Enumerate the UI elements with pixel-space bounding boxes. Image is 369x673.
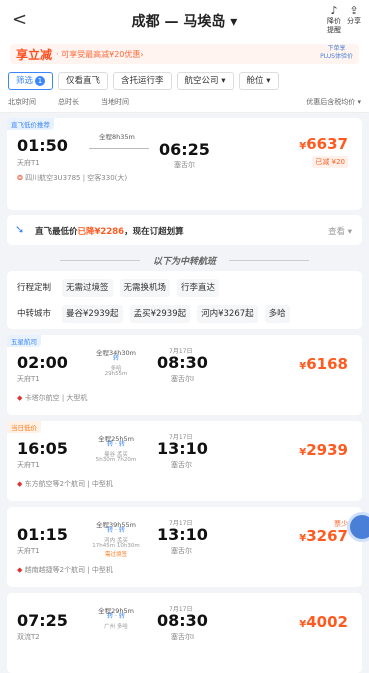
- tag-mumbai[interactable]: 孟买¥2939起: [129, 305, 191, 323]
- departure-airport: 天府T1: [17, 159, 40, 167]
- plane-icon: ➘: [15, 223, 25, 236]
- airline-info: ◆ 越南越捷等2个航司 | 中型机: [17, 566, 113, 574]
- price: ¥6168: [299, 355, 348, 373]
- airline-dropdown[interactable]: 航空公司 ▾: [176, 72, 234, 90]
- sichuan-airlines-icon: ❂: [17, 174, 26, 182]
- tag-row-2: 中转城市 曼谷¥2939起 孟买¥2939起 河内¥3267起 多哈: [13, 305, 356, 323]
- arrival-time: 06:25: [159, 140, 210, 159]
- view-button[interactable]: 查看 ▾: [328, 225, 352, 237]
- arrival-time: 13:10: [157, 439, 208, 458]
- departure-airport: 天府T1: [17, 461, 40, 469]
- arrival-time: 13:10: [157, 525, 208, 544]
- sort-price[interactable]: 优惠后含税均价 ▾: [306, 97, 361, 107]
- transit-visa-note: 需过境签: [104, 552, 127, 558]
- luggage-chip[interactable]: 含托运行李: [113, 72, 172, 90]
- filter-button[interactable]: 筛选 1: [8, 72, 54, 90]
- departure-airport: 天府T1: [17, 547, 40, 555]
- duration: 全程8h35m: [99, 133, 135, 141]
- direct-only-chip[interactable]: 仅看直飞: [58, 72, 109, 90]
- transfer-label: 转 · 转: [107, 613, 125, 620]
- departure-airport: 天府T1: [17, 375, 40, 383]
- card-tag: 直飞低价推荐: [7, 118, 54, 130]
- departure-time: 01:50: [17, 136, 68, 155]
- share-icon: ⇪: [349, 4, 359, 17]
- transfer-flight-card[interactable]: 五星航司 02:00 天府T1 全程34h30m 转多哈 29h55m 7月17日 08:30…: [7, 335, 362, 415]
- price: ¥2939: [299, 441, 348, 459]
- sort-local-time[interactable]: 当地时间: [101, 97, 129, 107]
- departure-airport: 双流T2: [17, 633, 40, 641]
- arrival-airport: 塞舌尔I: [171, 375, 195, 383]
- direct-flight-card[interactable]: 直飞低价推荐 01:50 天府T1 全程8h35m 06:25 塞舌尔 ¥663…: [7, 118, 362, 210]
- sort-row: 北京时间 总时长 当地时间 优惠后含税均价 ▾: [0, 94, 369, 113]
- arrow-line: [89, 148, 149, 149]
- tag-no-transit-visa[interactable]: 无需过境签: [62, 279, 113, 297]
- airline-info: ◆ 卡塔尔航空 | 大型机: [17, 394, 88, 402]
- arrival-airport: 塞舌尔: [174, 161, 195, 169]
- layover-time: 17h45m 10h30m: [92, 543, 140, 549]
- transfer-list: 五星航司 02:00 天府T1 全程34h30m 转多哈 29h55m 7月17日 08:30…: [0, 335, 369, 673]
- tag-row-1: 行程定制 无需过境签 无需换机场 行李直达: [13, 279, 356, 297]
- tag-doha[interactable]: 多哈: [264, 305, 290, 323]
- plus-badge[interactable]: 下单享 PLUS体验价: [320, 45, 353, 61]
- arrival-airport: 塞舌尔: [171, 461, 192, 469]
- cabin-dropdown[interactable]: 舱位 ▾: [238, 72, 279, 90]
- departure-time: 01:15: [17, 525, 68, 544]
- floating-assistant-button[interactable]: [347, 512, 369, 542]
- transfer-city: 广州 多哈: [104, 624, 128, 630]
- departure-time: 07:25: [17, 611, 68, 630]
- transfer-flight-card[interactable]: 当日低价 16:05 天府T1 全程25h5m 转 · 转曼谷 孟买 5h30m 7h20…: [7, 421, 362, 501]
- filter-count-badge: 1: [35, 76, 46, 86]
- transfer-label: 转 · 转: [107, 527, 125, 534]
- airline-logo-icon: ◆: [17, 566, 25, 574]
- transfer-tags: 行程定制 无需过境签 无需换机场 行李直达 中转城市 曼谷¥2939起 孟买¥2…: [7, 271, 362, 329]
- departure-time: 16:05: [17, 439, 68, 458]
- tag-baggage-through[interactable]: 行李直达: [177, 279, 220, 297]
- arrival-time: 08:30: [157, 353, 208, 372]
- saved-badge: 已减 ¥20: [312, 156, 348, 168]
- transfer-flight-card[interactable]: 01:15 天府T1 全程39h55m 转 · 转河内 孟买 17h45m 10h30m…: [7, 507, 362, 587]
- sort-duration[interactable]: 总时长: [58, 97, 79, 107]
- airline-info: ◆ 东方航空等2个航司 | 中型机: [17, 480, 113, 488]
- arrival-airport: 塞舌尔: [171, 547, 192, 555]
- airline-logo-icon: ◆: [17, 394, 25, 402]
- transfer-label: 转: [112, 355, 119, 362]
- layover-time: 5h30m 7h20m: [95, 457, 137, 463]
- filter-bar: 筛选 1 仅看直飞 含托运行李 航空公司 ▾ 舱位 ▾: [0, 66, 369, 94]
- promo-banner[interactable]: 享立减 · 可享受最高减¥20优惠› 下单享 PLUS体验价: [10, 44, 359, 64]
- transfer-divider: 以下为中转航班: [0, 254, 369, 267]
- lowest-direct-bar[interactable]: ➘ 直飞最低价已降¥2286，现在订超划算 查看 ▾: [7, 215, 362, 245]
- tag-bangkok[interactable]: 曼谷¥2939起: [62, 305, 123, 323]
- tag-hanoi[interactable]: 河内¥3267起: [197, 305, 258, 323]
- departure-time: 02:00: [17, 353, 68, 372]
- tag-no-airport-change[interactable]: 无需换机场: [119, 279, 171, 297]
- transfer-label: 转 · 转: [107, 441, 125, 448]
- sort-dep-time[interactable]: 北京时间: [8, 97, 36, 107]
- tag-custom[interactable]: 行程定制: [13, 279, 55, 297]
- transfer-flight-card[interactable]: 07:25 双流T2 全程29h5m 转 · 转广州 多哈 7月17日 08:30 塞舌尔I…: [7, 593, 362, 673]
- route-title[interactable]: 成都 — 马埃岛 ▾: [0, 11, 369, 31]
- airline-info: ❂ 四川航空3U3785 | 空客330(大): [17, 174, 128, 182]
- card-tag: 五星航司: [7, 335, 41, 347]
- promo-text: · 可享受最高减¥20优惠›: [56, 49, 144, 59]
- price-alert-button[interactable]: ♪ 降价 提醒: [327, 4, 341, 35]
- promo-banner-wrap: 享立减 · 可享受最高减¥20优惠› 下单享 PLUS体验价: [0, 40, 369, 66]
- tag-transfer-city[interactable]: 中转城市: [13, 305, 55, 323]
- layover-time: 29h55m: [104, 371, 128, 377]
- arrival-time: 08:30: [157, 611, 208, 630]
- arrival-airport: 塞舌尔I: [171, 633, 195, 641]
- price: ¥6637: [299, 135, 348, 153]
- promo-logo: 享立减: [16, 47, 53, 62]
- share-button[interactable]: ⇪ 分享: [347, 4, 361, 35]
- price: ¥4002: [299, 613, 348, 631]
- price: ¥3267: [299, 527, 348, 545]
- top-bar: < 成都 — 马埃岛 ▾ ♪ 降价 提醒 ⇪ 分享: [0, 0, 369, 40]
- airline-logo-icon: ◆: [17, 480, 25, 488]
- bell-icon: ♪: [330, 4, 338, 17]
- card-tag: 当日低价: [7, 421, 41, 433]
